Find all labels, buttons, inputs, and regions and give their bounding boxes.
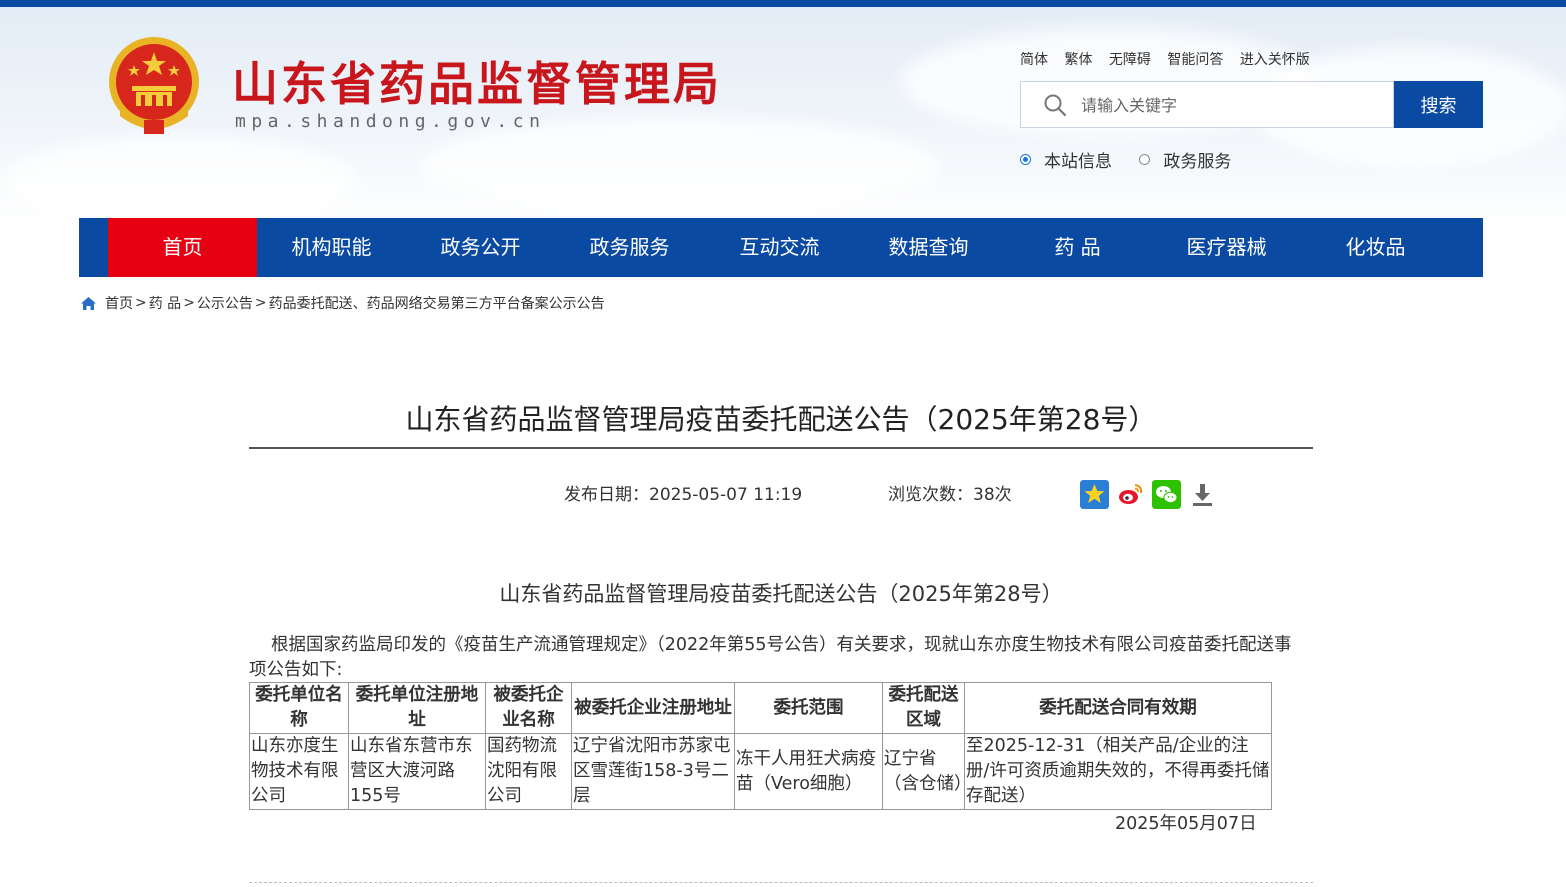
link-simplified[interactable]: 简体 xyxy=(1020,52,1048,68)
view-count: 浏览次数：38次 xyxy=(888,480,1012,505)
bottom-divider xyxy=(249,882,1313,883)
breadcrumb-drugs[interactable]: 药 品 xyxy=(149,293,181,313)
search-box xyxy=(1020,81,1394,129)
search-input[interactable] xyxy=(1079,82,1383,129)
table-header: 委托单位注册地址 xyxy=(348,682,486,734)
table-header: 委托范围 xyxy=(734,682,883,734)
breadcrumb: 首页 > 药 品 > 公示公告 > 药品委托配送、药品网络交易第三方平台备案公示公告 xyxy=(80,293,605,313)
nav-gov-services[interactable]: 政务服务 xyxy=(555,218,704,277)
radio-selected-icon xyxy=(1020,154,1031,165)
publish-date-value: 2025-05-07 11:19 xyxy=(649,485,803,505)
site-title: 山东省药品监督管理局 xyxy=(232,57,722,111)
scope-site-info-label: 本站信息 xyxy=(1044,152,1112,172)
table-header: 委托配送区域 xyxy=(882,682,965,734)
search-icon xyxy=(1044,94,1067,117)
link-accessibility[interactable]: 无障碍 xyxy=(1109,52,1151,68)
table-cell: 辽宁省沈阳市苏家屯区雪莲街158-3号二层 xyxy=(571,733,735,810)
top-accent-bar xyxy=(0,0,1566,7)
nav-medical-devices[interactable]: 医疗器械 xyxy=(1152,218,1301,277)
table-header-row: 委托单位名称 委托单位注册地址 被委托企业名称 被委托企业注册地址 委托范围 委… xyxy=(249,682,1272,734)
wechat-icon[interactable] xyxy=(1152,479,1181,509)
share-toolbar xyxy=(1080,479,1224,509)
table-cell: 冻干人用狂犬病疫苗（Vero细胞） xyxy=(734,733,883,810)
table-row: 山东亦度生物技术有限公司 山东省东营市东营区大渡河路155号 国药物流沈阳有限公… xyxy=(249,733,1272,810)
download-icon[interactable] xyxy=(1188,479,1217,509)
view-count-label: 浏览次数： xyxy=(888,485,973,505)
breadcrumb-home[interactable]: 首页 xyxy=(105,293,133,313)
table-header: 委托单位名称 xyxy=(249,682,349,734)
nav-interaction[interactable]: 互动交流 xyxy=(705,218,854,277)
publish-date-label: 发布日期： xyxy=(564,485,649,505)
favorite-star-icon[interactable] xyxy=(1080,479,1109,509)
breadcrumb-current[interactable]: 药品委托配送、药品网络交易第三方平台备案公示公告 xyxy=(269,293,605,313)
table-cell: 至2025-12-31（相关产品/企业的注册/许可资质逾期失效的，不得再委托储存… xyxy=(964,733,1272,810)
top-links: 简体 繁体 无障碍 智能问答 进入关怀版 xyxy=(1020,49,1322,69)
intro-paragraph: 根据国家药监局印发的《疫苗生产流通管理规定》（2022年第55号公告）有关要求，… xyxy=(249,635,1292,680)
table-cell: 辽宁省（含仓储） xyxy=(882,733,972,810)
search-scope: 本站信息 政务服务 xyxy=(1020,147,1253,172)
nav-cosmetics[interactable]: 化妆品 xyxy=(1301,218,1450,277)
nav-home[interactable]: 首页 xyxy=(108,218,257,277)
title-divider xyxy=(249,447,1313,449)
scope-site-info[interactable]: 本站信息 xyxy=(1020,147,1112,172)
table-cell: 山东省东营市东营区大渡河路155号 xyxy=(348,733,486,810)
breadcrumb-notices[interactable]: 公示公告 xyxy=(197,293,253,313)
link-smart-qa[interactable]: 智能问答 xyxy=(1167,52,1223,68)
content-title: 山东省药品监督管理局疫苗委托配送公告（2025年第28号） xyxy=(499,582,1063,606)
table-cell: 山东亦度生物技术有限公司 xyxy=(249,733,349,810)
table-header: 被委托企业名称 xyxy=(485,682,572,734)
search-button[interactable]: 搜索 xyxy=(1394,81,1483,128)
nav-drugs[interactable]: 药 品 xyxy=(1003,218,1152,277)
link-traditional[interactable]: 繁体 xyxy=(1064,52,1092,68)
scope-gov-services-label: 政务服务 xyxy=(1163,152,1232,172)
signature-date: 2025年05月07日 xyxy=(1115,814,1257,834)
national-emblem-logo xyxy=(109,37,199,134)
site-domain: mpa.shandong.gov.cn xyxy=(235,111,546,132)
view-count-value: 38次 xyxy=(973,485,1012,505)
link-elderly-mode[interactable]: 进入关怀版 xyxy=(1240,52,1310,68)
weibo-icon[interactable] xyxy=(1116,479,1145,509)
main-nav: 首页 机构职能 政务公开 政务服务 互动交流 数据查询 药 品 医疗器械 化妆品 xyxy=(79,218,1483,277)
table-cell: 国药物流沈阳有限公司 xyxy=(485,733,572,810)
nav-data-query[interactable]: 数据查询 xyxy=(854,218,1003,277)
table-header: 被委托企业注册地址 xyxy=(571,682,735,734)
nav-institution[interactable]: 机构职能 xyxy=(257,218,406,277)
home-icon xyxy=(81,296,96,310)
scope-gov-services[interactable]: 政务服务 xyxy=(1139,147,1231,172)
nav-open-gov[interactable]: 政务公开 xyxy=(406,218,555,277)
article-title: 山东省药品监督管理局疫苗委托配送公告（2025年第28号） xyxy=(405,403,1157,436)
publish-date: 发布日期：2025-05-07 11:19 xyxy=(564,480,802,505)
table-header: 委托配送合同有效期 xyxy=(964,682,1272,734)
radio-unselected-icon xyxy=(1139,154,1151,165)
notice-table: 委托单位名称 委托单位注册地址 被委托企业名称 被委托企业注册地址 委托范围 委… xyxy=(249,682,1272,810)
